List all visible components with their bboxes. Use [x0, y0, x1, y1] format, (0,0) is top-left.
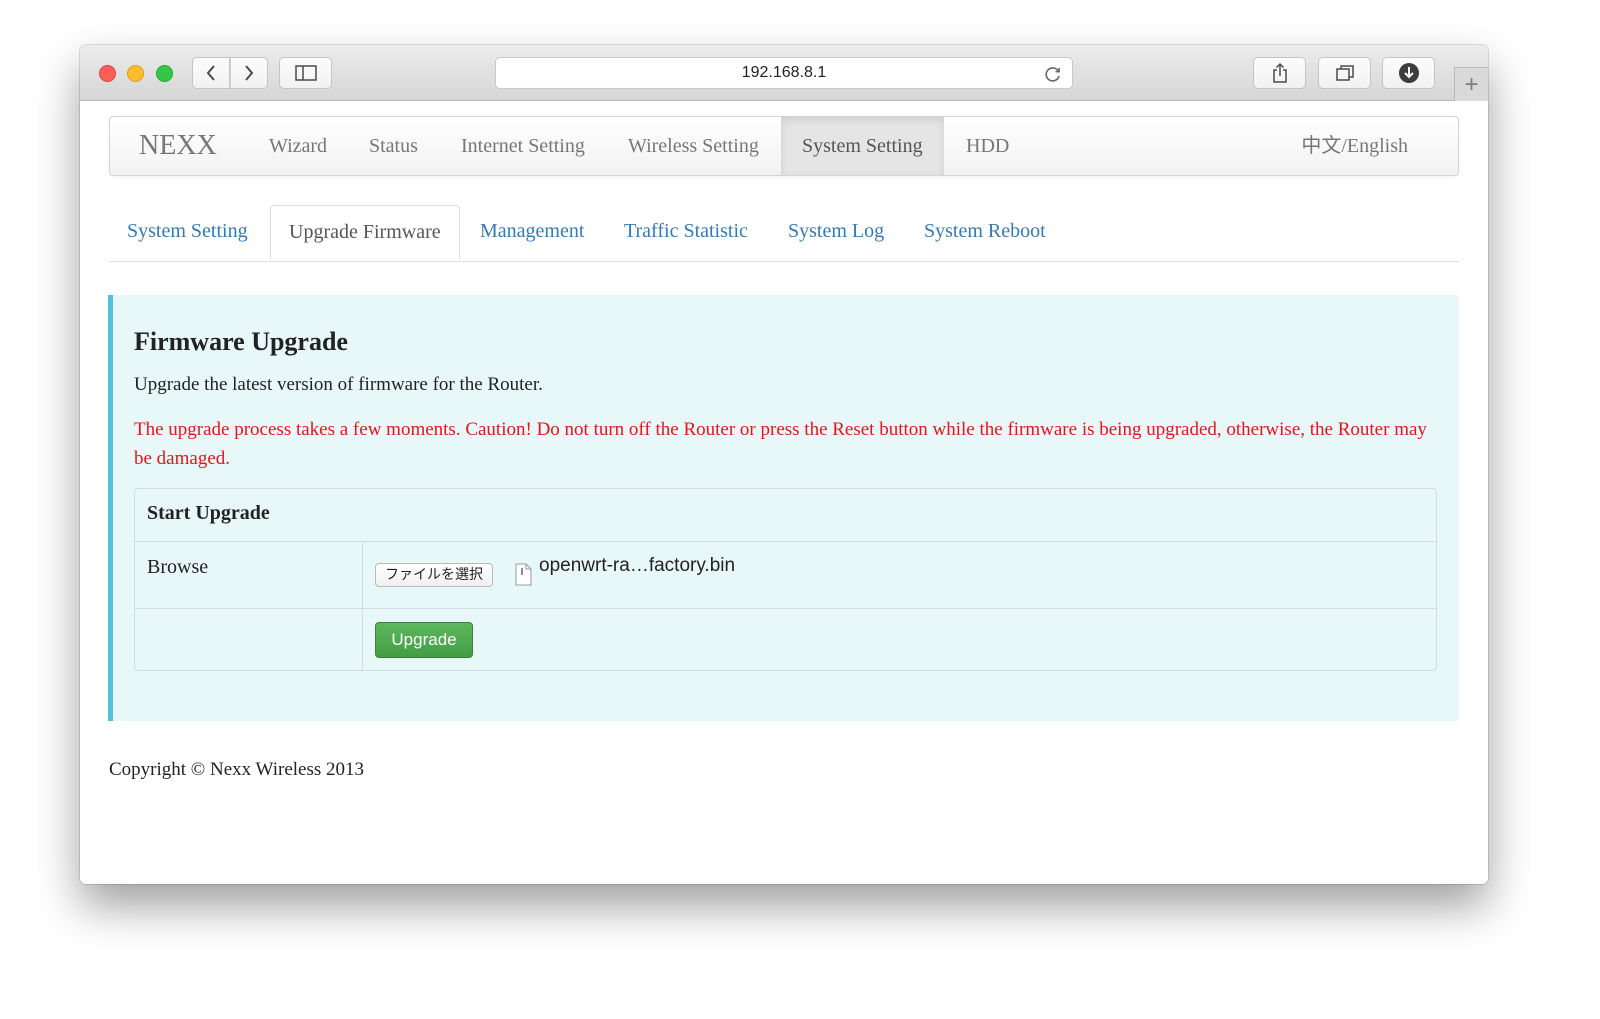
- minimize-window-button[interactable]: [127, 65, 144, 82]
- subtab-bar: [109, 261, 1459, 262]
- file-icon: [515, 563, 532, 586]
- downloads-button[interactable]: [1382, 57, 1435, 89]
- footer-copyright: Copyright © Nexx Wireless 2013: [109, 759, 365, 780]
- nav-item-wizard[interactable]: Wizard: [248, 117, 348, 175]
- nav-item-status[interactable]: Status: [348, 117, 439, 175]
- back-button[interactable]: [192, 57, 230, 89]
- tab-management[interactable]: Management: [480, 205, 584, 259]
- table-column-divider: [362, 542, 363, 670]
- upgrade-table: Start Upgrade Browse ファイルを選択 openwrt-ra……: [134, 488, 1437, 671]
- new-tab-button[interactable]: +: [1454, 67, 1488, 101]
- close-window-button[interactable]: [99, 65, 116, 82]
- tab-system-log[interactable]: System Log: [788, 205, 884, 259]
- chevron-left-icon: [206, 65, 215, 81]
- browse-label: Browse: [147, 556, 209, 578]
- warning-message: The upgrade process takes a few moments.…: [134, 419, 1427, 469]
- tab-system-reboot[interactable]: System Reboot: [924, 205, 1046, 259]
- sidebar-toggle-button[interactable]: [279, 57, 332, 89]
- sidebar-icon: [294, 65, 317, 81]
- nav-item-internet-setting[interactable]: Internet Setting: [440, 117, 606, 175]
- chevron-right-icon: [245, 65, 254, 81]
- tab-system-setting[interactable]: System Setting: [127, 205, 248, 259]
- forward-button[interactable]: [230, 57, 268, 89]
- upgrade-button[interactable]: Upgrade: [375, 622, 473, 658]
- panel-title: Firmware Upgrade: [134, 327, 348, 356]
- table-header-label: Start Upgrade: [147, 502, 270, 524]
- tab-upgrade-firmware[interactable]: Upgrade Firmware: [270, 205, 460, 260]
- table-header: Start Upgrade: [135, 489, 1436, 542]
- show-tabs-button[interactable]: [1318, 57, 1371, 89]
- address-bar[interactable]: 192.168.8.1: [495, 57, 1073, 89]
- tab-traffic-statistic[interactable]: Traffic Statistic: [624, 205, 748, 259]
- firmware-upgrade-panel: Firmware Upgrade Upgrade the latest vers…: [108, 295, 1459, 721]
- tabs-icon: [1335, 65, 1354, 81]
- zoom-window-button[interactable]: [156, 65, 173, 82]
- download-icon: [1398, 63, 1419, 83]
- url-text: 192.168.8.1: [741, 64, 827, 81]
- language-switch[interactable]: 中文/English: [1301, 117, 1408, 175]
- web-page: NEXX Wizard Status Internet Setting Wire…: [80, 101, 1488, 884]
- reload-icon[interactable]: [1043, 64, 1063, 84]
- browser-window: 192.168.8.1 + NEXX Wizard Status Interne…: [80, 45, 1488, 884]
- choose-file-button[interactable]: ファイルを選択: [375, 563, 493, 587]
- plus-icon: +: [1464, 70, 1479, 98]
- browser-toolbar: 192.168.8.1 +: [80, 45, 1488, 101]
- share-button[interactable]: [1253, 57, 1306, 89]
- nav-item-hdd[interactable]: HDD: [945, 117, 1030, 175]
- selected-file-name: openwrt-ra…factory.bin: [539, 555, 736, 576]
- nav-item-system-setting[interactable]: System Setting: [781, 117, 944, 175]
- table-row: Browse ファイルを選択 openwrt-ra…factory.bin: [135, 542, 1436, 609]
- nav-item-wireless-setting[interactable]: Wireless Setting: [607, 117, 780, 175]
- panel-description: Upgrade the latest version of firmware f…: [134, 374, 543, 395]
- share-icon: [1272, 62, 1287, 83]
- brand-logo[interactable]: NEXX: [139, 117, 217, 175]
- top-navbar: NEXX Wizard Status Internet Setting Wire…: [109, 116, 1459, 176]
